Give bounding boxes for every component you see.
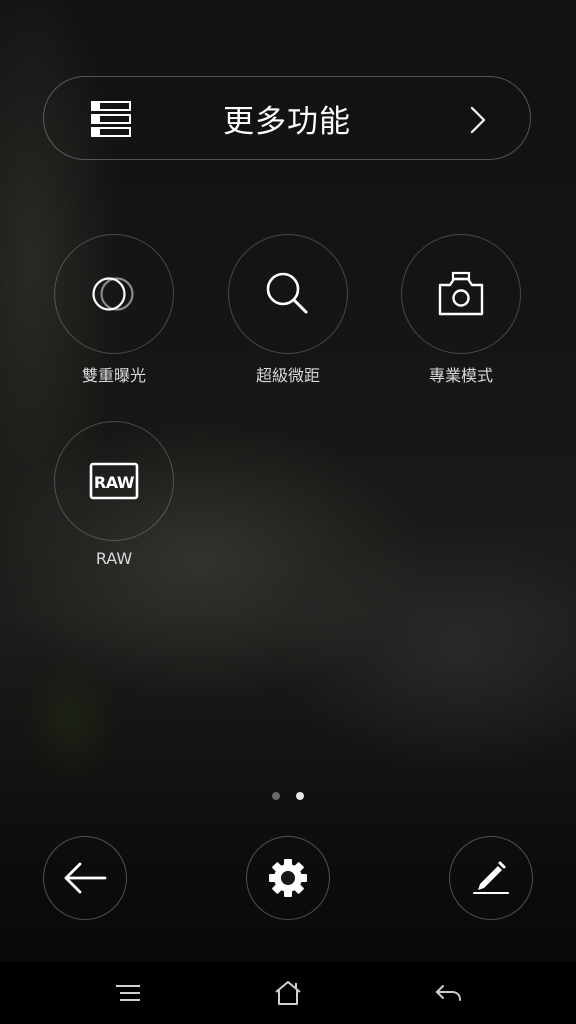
mode-pro[interactable]: 專業模式 <box>399 234 523 386</box>
back-icon <box>436 985 461 1001</box>
mode-button[interactable] <box>228 234 348 354</box>
nav-home-button[interactable] <box>268 976 308 1010</box>
chevron-right-icon <box>470 106 486 134</box>
home-icon <box>275 981 301 1005</box>
edit-pencil-icon <box>473 861 509 894</box>
page-dot[interactable] <box>272 792 280 800</box>
back-arrow-icon <box>64 862 107 894</box>
double-exposure-icon <box>92 277 134 311</box>
edit-button[interactable] <box>449 836 533 920</box>
page-dot-active[interactable] <box>296 792 304 800</box>
mode-button[interactable] <box>54 234 174 354</box>
camera-more-functions-screen: 更多功能 雙重曝光 超級微距 專業模式 RAW RAW <box>0 0 576 1024</box>
gear-icon <box>269 859 307 897</box>
system-navigation-bar <box>0 962 576 1024</box>
mode-raw[interactable]: RAW RAW <box>52 421 176 568</box>
page-indicator <box>0 792 576 800</box>
menu-icon <box>116 985 140 1001</box>
mode-label: 超級微距 <box>255 366 320 385</box>
mode-label: 專業模式 <box>428 366 493 385</box>
raw-badge-text: RAW <box>94 473 135 492</box>
mode-button[interactable]: RAW <box>54 421 174 541</box>
mode-label: RAW <box>95 549 133 568</box>
mode-double-exposure[interactable]: 雙重曝光 <box>52 234 176 386</box>
raw-icon: RAW <box>89 462 139 500</box>
more-functions-header[interactable]: 更多功能 <box>43 76 531 160</box>
back-button[interactable] <box>43 836 127 920</box>
nav-menu-button[interactable] <box>108 976 148 1010</box>
magnifier-icon <box>266 272 308 314</box>
page-title: 更多功能 <box>223 103 351 140</box>
settings-button[interactable] <box>246 836 330 920</box>
list-icon <box>91 101 131 137</box>
mode-super-macro[interactable]: 超級微距 <box>226 234 350 386</box>
camera-icon <box>438 271 484 316</box>
mode-button[interactable] <box>401 234 521 354</box>
mode-label: 雙重曝光 <box>81 366 146 385</box>
nav-back-button[interactable] <box>428 976 468 1010</box>
